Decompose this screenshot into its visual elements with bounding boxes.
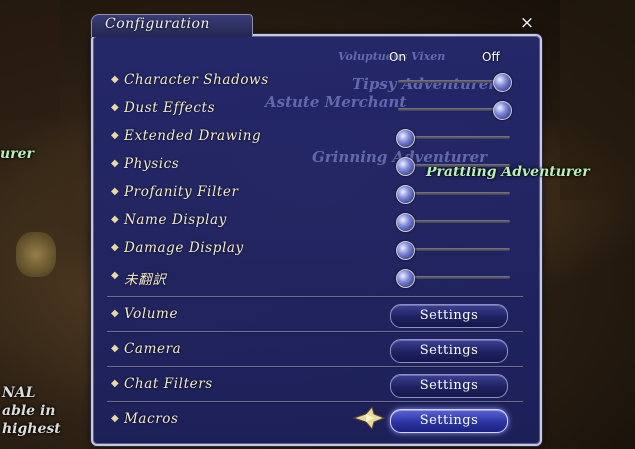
settings-label: Macros: [124, 411, 179, 427]
settings-button[interactable]: Settings: [390, 339, 508, 363]
window-title: Configuration: [105, 16, 210, 32]
slider-knob[interactable]: [396, 269, 415, 288]
divider: [107, 366, 523, 367]
option-row: ◆ 未翻訳: [111, 266, 521, 288]
toggle-slider[interactable]: [396, 241, 510, 260]
bullet-icon: ◆: [111, 378, 119, 389]
option-row: ◆ Extended Drawing: [111, 126, 521, 148]
bullet-icon: ◆: [111, 214, 119, 225]
bullet-icon: ◆: [111, 102, 119, 113]
toggle-slider[interactable]: [396, 129, 510, 148]
option-label: Name Display: [124, 212, 227, 228]
toggle-slider[interactable]: [398, 73, 512, 92]
bullet-icon: ◆: [111, 186, 119, 197]
bullet-icon: ◆: [111, 242, 119, 253]
settings-button[interactable]: Settings: [390, 304, 508, 328]
option-label: 未翻訳: [124, 272, 167, 288]
divider: [107, 296, 523, 297]
option-label: Dust Effects: [124, 100, 216, 116]
settings-label: Volume: [124, 306, 179, 322]
settings-button[interactable]: Settings: [390, 374, 508, 398]
bullet-icon: ◆: [111, 130, 119, 141]
option-row: ◆ Damage Display: [111, 238, 521, 260]
background-name-left: urer: [0, 146, 34, 162]
background-message: NAL able in highest: [2, 385, 61, 437]
option-row: ◆ Character Shadows: [111, 70, 521, 92]
bullet-icon: ◆: [111, 158, 119, 169]
option-row: ◆ Physics: [111, 154, 521, 176]
bullet-icon: ◆: [111, 343, 119, 354]
divider: [107, 331, 523, 332]
slider-knob[interactable]: [396, 129, 415, 148]
pointer-cursor-icon: [352, 405, 386, 431]
bullet-icon: ◆: [111, 270, 119, 281]
slider-knob[interactable]: [493, 101, 512, 120]
divider: [107, 401, 523, 402]
toggle-slider[interactable]: [398, 101, 512, 120]
option-row: ◆ Profanity Filter: [111, 182, 521, 204]
close-icon[interactable]: ×: [519, 15, 535, 32]
slider-knob[interactable]: [396, 157, 415, 176]
toggle-slider[interactable]: [396, 185, 510, 204]
option-label: Profanity Filter: [124, 184, 239, 200]
slider-knob[interactable]: [396, 241, 415, 260]
bullet-icon: ◆: [111, 413, 119, 424]
slider-knob[interactable]: [493, 73, 512, 92]
settings-button[interactable]: Settings: [390, 409, 508, 433]
toggle-slider[interactable]: [396, 157, 510, 176]
settings-label: Chat Filters: [124, 376, 213, 392]
background-pillar: [0, 0, 60, 120]
column-header-off: Off: [482, 50, 500, 64]
background-jar: [16, 232, 56, 277]
bullet-icon: ◆: [111, 308, 119, 319]
option-label: Extended Drawing: [124, 128, 262, 144]
option-label: Damage Display: [124, 240, 244, 256]
toggle-slider[interactable]: [396, 269, 510, 288]
option-row: ◆ Dust Effects: [111, 98, 521, 120]
slider-knob[interactable]: [396, 213, 415, 232]
column-header-on: On: [389, 50, 407, 64]
settings-label: Camera: [124, 341, 182, 357]
title-bar[interactable]: Configuration ×: [91, 14, 538, 37]
bullet-icon: ◆: [111, 74, 119, 85]
option-row: ◆ Name Display: [111, 210, 521, 232]
slider-knob[interactable]: [396, 185, 415, 204]
option-label: Physics: [124, 156, 180, 172]
toggle-slider[interactable]: [396, 213, 510, 232]
option-label: Character Shadows: [124, 72, 269, 88]
